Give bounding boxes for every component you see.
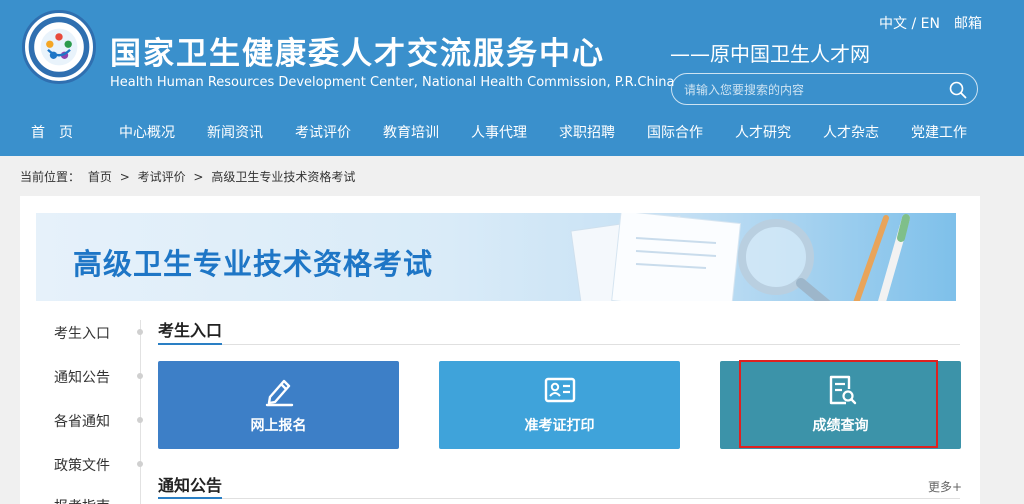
nav-item-international[interactable]: 国际合作 bbox=[647, 122, 703, 142]
language-switch[interactable]: 中文 / EN bbox=[879, 13, 940, 33]
sidebar-divider bbox=[140, 320, 141, 504]
nav-item-magazine[interactable]: 人才杂志 bbox=[823, 122, 879, 142]
section-title-entry: 考生入口 bbox=[158, 321, 223, 340]
nav-item-party[interactable]: 党建工作 bbox=[911, 122, 967, 142]
page-banner: 高级卫生专业技术资格考试 bbox=[36, 213, 956, 301]
online-registration-button[interactable]: 网上报名 bbox=[158, 361, 399, 449]
breadcrumb-separator: > bbox=[193, 170, 204, 184]
edit-pencil-icon bbox=[265, 379, 293, 407]
search-input[interactable] bbox=[684, 80, 939, 100]
mailbox-link[interactable]: 邮箱 bbox=[954, 13, 982, 33]
breadcrumb-separator: > bbox=[119, 170, 130, 184]
banner-title: 高级卫生专业技术资格考试 bbox=[73, 247, 434, 281]
sidebar-dot bbox=[137, 329, 143, 335]
nav-item-news[interactable]: 新闻资讯 bbox=[207, 122, 263, 142]
site-title-en: Health Human Resources Development Cente… bbox=[110, 75, 675, 90]
breadcrumb: 当前位置： 首页 > 考试评价 > 高级卫生专业技术资格考试 bbox=[20, 168, 359, 185]
admission-ticket-print-button[interactable]: 准考证打印 bbox=[439, 361, 680, 449]
nav-item-about[interactable]: 中心概况 bbox=[119, 122, 175, 142]
search-box bbox=[671, 73, 978, 105]
section-accent bbox=[158, 497, 222, 499]
sidebar-dot bbox=[137, 461, 143, 467]
score-query-button[interactable]: 成绩查询 bbox=[720, 361, 961, 449]
online-registration-label: 网上报名 bbox=[250, 418, 307, 434]
admission-ticket-print-label: 准考证打印 bbox=[524, 418, 595, 434]
nav-item-home[interactable]: 首 页 bbox=[31, 122, 73, 142]
search-icon[interactable] bbox=[949, 81, 967, 99]
sidebar-dot bbox=[137, 417, 143, 423]
breadcrumb-prefix: 当前位置： bbox=[20, 170, 81, 184]
sidebar-item-notices[interactable]: 通知公告 bbox=[54, 367, 110, 387]
sidebar-item-candidate-entry[interactable]: 考生入口 bbox=[54, 323, 110, 343]
breadcrumb-current: 高级卫生专业技术资格考试 bbox=[211, 170, 356, 184]
sidebar-dot bbox=[137, 373, 143, 379]
section-title-notices: 通知公告 bbox=[158, 476, 223, 495]
section-divider bbox=[158, 498, 960, 499]
nav-item-jobs[interactable]: 求职招聘 bbox=[559, 122, 615, 142]
nav-item-training[interactable]: 教育培训 bbox=[383, 122, 439, 142]
breadcrumb-home[interactable]: 首页 bbox=[88, 170, 112, 184]
site-header: 国家卫生健康委人才交流服务中心 Health Human Resources D… bbox=[0, 0, 1024, 156]
site-logo[interactable] bbox=[22, 10, 96, 84]
site-slogan: ——原中国卫生人才网 bbox=[670, 42, 870, 66]
nav-item-research[interactable]: 人才研究 bbox=[735, 122, 791, 142]
score-query-label: 成绩查询 bbox=[812, 418, 869, 434]
sidebar-item-provincial-notices[interactable]: 各省通知 bbox=[54, 411, 110, 431]
section-divider bbox=[158, 344, 960, 345]
sidebar-item-policy-documents[interactable]: 政策文件 bbox=[54, 455, 110, 475]
id-card-icon bbox=[544, 377, 575, 403]
banner-illustration-icon bbox=[570, 213, 910, 301]
more-link[interactable]: 更多+ bbox=[928, 478, 962, 495]
section-accent bbox=[158, 343, 222, 345]
document-search-icon bbox=[829, 375, 856, 405]
sidebar-item-guide[interactable]: 报考指南 bbox=[54, 496, 110, 504]
nav-item-exam[interactable]: 考试评价 bbox=[295, 122, 351, 142]
main-nav: 首 页 中心概况 新闻资讯 考试评价 教育培训 人事代理 求职招聘 国际合作 人… bbox=[0, 116, 1024, 148]
logo-emblem-icon bbox=[27, 15, 91, 79]
nav-item-personnel[interactable]: 人事代理 bbox=[471, 122, 527, 142]
breadcrumb-exam[interactable]: 考试评价 bbox=[138, 170, 186, 184]
site-title-cn: 国家卫生健康委人才交流服务中心 bbox=[110, 36, 605, 72]
